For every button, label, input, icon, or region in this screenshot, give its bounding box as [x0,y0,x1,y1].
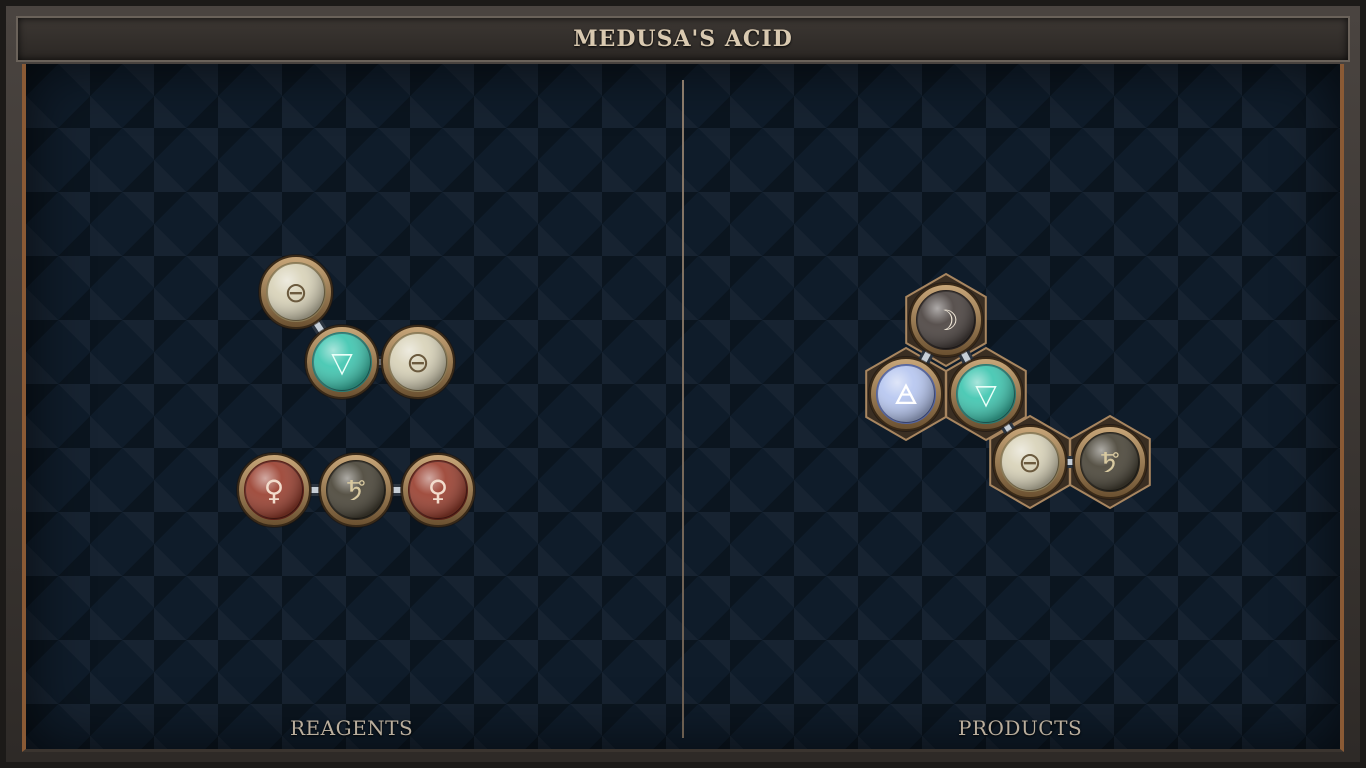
salt-icon: ⊖ [1018,446,1041,479]
reagent-molecule-salt-water-salt[interactable]: ⊖ ▽ ⊖ [258,254,456,400]
air-icon: 🜁 [894,378,918,411]
atom-lead[interactable]: 🜪 [1072,424,1148,500]
lead-icon: 🜪 [1100,446,1120,479]
atom-salt[interactable]: ⊖ [380,324,456,400]
atom-copper[interactable]: ♀ [400,452,476,528]
atom-water[interactable]: ▽ [948,356,1024,432]
salt-icon: ⊖ [406,346,429,379]
atom-silver[interactable]: ☽ [908,282,984,358]
lead-icon: 🜪 [346,474,366,507]
silver-icon: ☽ [933,304,958,337]
copper-icon: ♀ [428,474,449,507]
atom-copper[interactable]: ♀ [236,452,312,528]
atom-lead[interactable]: 🜪 [318,452,394,528]
atom-air[interactable]: 🜁 [868,356,944,432]
product-molecule[interactable]: ☽ 🜁 ▽ ⊖ 🜪 [865,272,1151,510]
atom-salt[interactable]: ⊖ [992,424,1068,500]
atom-water[interactable]: ▽ [304,324,380,400]
atom-salt[interactable]: ⊖ [258,254,334,330]
copper-icon: ♀ [264,474,285,507]
salt-icon: ⊖ [284,276,307,309]
water-icon: ▽ [331,346,353,379]
molecules-canvas: ⊖ ▽ ⊖ ♀ 🜪 ♀ ☽ 🜁 ▽ ⊖ 🜪 [236,254,1151,528]
reagent-molecule-copper-lead-copper[interactable]: ♀ 🜪 ♀ [236,452,476,528]
water-icon: ▽ [975,378,997,411]
